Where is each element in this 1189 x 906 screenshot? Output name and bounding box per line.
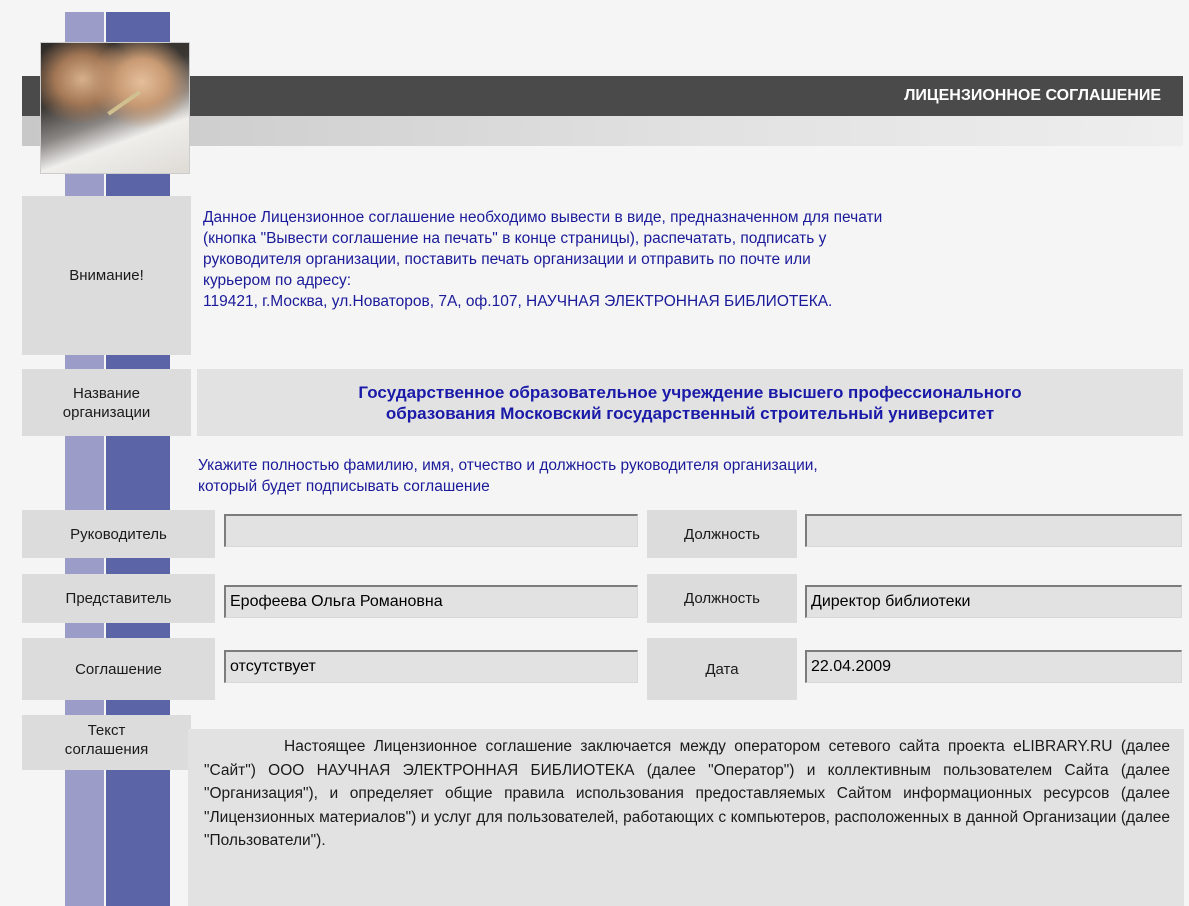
decor-stripe bbox=[106, 355, 170, 369]
header-photo bbox=[40, 42, 190, 174]
representative-position-label-text: Должность bbox=[684, 590, 760, 607]
agreement-body: Настоящее Лицензионное соглашение заключ… bbox=[204, 738, 1170, 849]
notice-line: курьером по адресу: bbox=[203, 272, 352, 289]
head-label-text: Руководитель bbox=[70, 525, 167, 543]
agreement-text-label: Текст соглашения bbox=[22, 715, 191, 770]
decor-stripe bbox=[106, 12, 170, 42]
agreement-label-text: Соглашение bbox=[75, 660, 162, 678]
decor-stripe bbox=[65, 436, 104, 510]
representative-label-text: Представитель bbox=[65, 590, 172, 607]
page-title: ЛИЦЕНЗИОННОЕ СОГЛАШЕНИЕ bbox=[904, 87, 1161, 104]
decor-stripe bbox=[106, 174, 170, 196]
decor-stripe bbox=[106, 558, 170, 574]
decor-stripe bbox=[65, 12, 104, 42]
organization-label: Название организации bbox=[22, 369, 191, 436]
date-label-text: Дата bbox=[705, 660, 739, 678]
notice-label-text: Внимание! bbox=[69, 267, 144, 284]
head-position-input[interactable] bbox=[805, 514, 1182, 547]
notice-address: 119421, г.Москва, ул.Новаторов, 7А, оф.1… bbox=[203, 293, 833, 310]
pen-icon bbox=[107, 90, 141, 116]
date-input[interactable] bbox=[805, 650, 1182, 683]
decor-stripe bbox=[65, 700, 104, 715]
notice-text: Данное Лицензионное соглашение необходим… bbox=[203, 207, 1188, 355]
decor-stripe bbox=[106, 770, 170, 906]
header-subbar bbox=[22, 116, 1183, 146]
agreement-text-label-line: соглашения bbox=[64, 741, 149, 758]
agreement-status-input[interactable] bbox=[224, 650, 638, 683]
decor-stripe bbox=[65, 623, 104, 638]
hint-line: Укажите полностью фамилию, имя, отчество… bbox=[198, 457, 818, 474]
representative-position-label: Должность bbox=[647, 574, 797, 623]
hint-line: который будет подписывать соглашение bbox=[198, 478, 490, 495]
representative-position-input[interactable] bbox=[805, 585, 1182, 618]
representative-label: Представитель bbox=[22, 574, 215, 623]
decor-stripe bbox=[106, 700, 170, 715]
head-name-input[interactable] bbox=[224, 514, 638, 547]
decor-stripe bbox=[106, 436, 170, 510]
head-label: Руководитель bbox=[22, 510, 215, 558]
agreement-text-label-line: Текст bbox=[87, 722, 126, 739]
head-position-label-text: Должность bbox=[684, 525, 760, 543]
representative-name-input[interactable] bbox=[224, 585, 638, 618]
decor-stripe bbox=[65, 174, 104, 196]
organization-name: Государственное образовательное учрежден… bbox=[197, 369, 1183, 436]
agreement-text: Настоящее Лицензионное соглашение заключ… bbox=[188, 729, 1184, 906]
agreement-label: Соглашение bbox=[22, 638, 215, 700]
notice-line: Данное Лицензионное соглашение необходим… bbox=[203, 209, 883, 226]
notice-line: руководителя организации, поставить печа… bbox=[203, 251, 811, 268]
decor-stripe bbox=[65, 355, 104, 369]
decor-stripe bbox=[65, 770, 104, 906]
head-hint: Укажите полностью фамилию, имя, отчество… bbox=[198, 455, 1183, 505]
decor-stripe bbox=[65, 558, 104, 574]
notice-label: Внимание! bbox=[22, 196, 191, 355]
head-position-label: Должность bbox=[647, 510, 797, 558]
organization-name-line: Государственное образовательное учрежден… bbox=[358, 382, 1022, 402]
organization-name-line: образования Московский государственный с… bbox=[385, 403, 995, 423]
decor-stripe bbox=[106, 623, 170, 638]
notice-line: (кнопка "Вывести соглашение на печать" в… bbox=[203, 230, 827, 247]
date-label: Дата bbox=[647, 638, 797, 700]
organization-label-line: Название bbox=[72, 384, 141, 402]
organization-label-line: организации bbox=[62, 403, 151, 421]
header-bar: ЛИЦЕНЗИОННОЕ СОГЛАШЕНИЕ bbox=[22, 76, 1183, 116]
